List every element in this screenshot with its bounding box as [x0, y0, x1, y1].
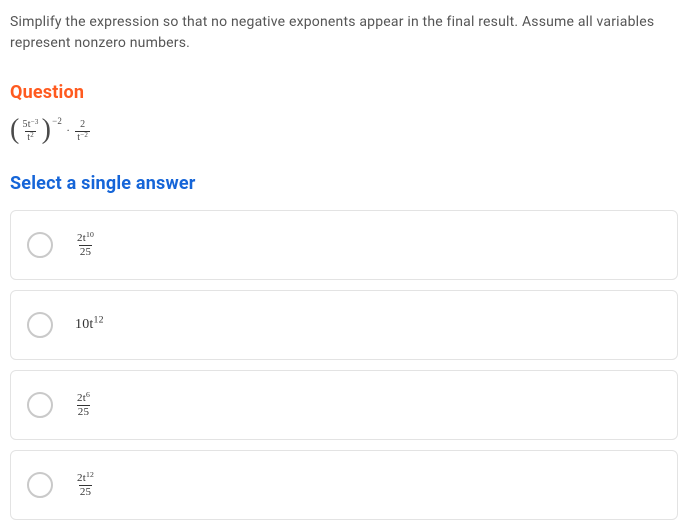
options-list: 2t10 25 10t12 2t6 25 2t12 25 [10, 210, 678, 520]
option-3[interactable]: 2t6 25 [10, 370, 678, 440]
question-expression: ( 5t−3 t2 ) −2 · 2 t−2 [10, 117, 678, 145]
radio-icon [27, 392, 53, 418]
option-4-content: 2t12 25 [75, 473, 96, 498]
radio-icon [27, 312, 53, 338]
question-heading: Question [10, 82, 678, 103]
multiply-dot: · [66, 123, 70, 138]
radio-icon [27, 232, 53, 258]
outer-exponent: −2 [52, 116, 62, 126]
right-paren: ) [42, 116, 52, 144]
inner-fraction: 5t−3 t2 [21, 120, 41, 143]
left-paren: ( [10, 116, 20, 144]
option-1[interactable]: 2t10 25 [10, 210, 678, 280]
option-2-content: 10t12 [75, 317, 104, 333]
option-4[interactable]: 2t12 25 [10, 450, 678, 520]
option-3-content: 2t6 25 [75, 393, 92, 418]
second-fraction: 2 t−2 [75, 120, 90, 143]
option-1-content: 2t10 25 [75, 233, 96, 258]
radio-icon [27, 472, 53, 498]
select-answer-heading: Select a single answer [10, 173, 678, 194]
instructions-text: Simplify the expression so that no negat… [10, 12, 678, 54]
option-2[interactable]: 10t12 [10, 290, 678, 360]
